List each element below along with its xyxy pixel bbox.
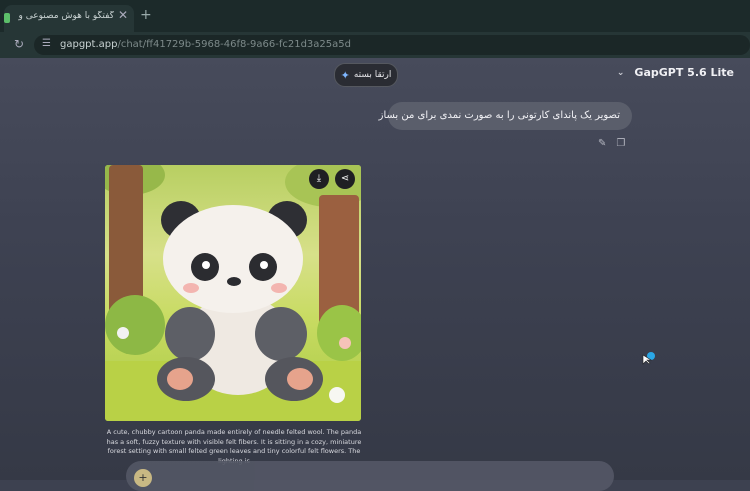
download-icon[interactable]: ⤓ — [309, 169, 329, 189]
upgrade-label: ارتقا بسته — [353, 70, 392, 80]
generated-image[interactable]: ⤓ ⋖ — [105, 165, 361, 421]
edit-icon[interactable]: ✎ — [598, 138, 606, 149]
url-field[interactable]: ☰ gapgpt.app/chat/ff41729b-5968-46f8-9a6… — [34, 35, 750, 55]
url-text: gapgpt.app/chat/ff41729b-5968-46f8-9a66-… — [60, 39, 351, 50]
favicon-icon — [4, 13, 10, 23]
address-bar-row: ↻ ☰ gapgpt.app/chat/ff41729b-5968-46f8-9… — [0, 32, 750, 58]
mouse-cursor-icon — [642, 352, 655, 365]
chevron-down-icon: ⌄ — [616, 67, 625, 78]
reload-icon[interactable]: ↻ — [14, 37, 24, 51]
upgrade-button[interactable]: ✦ ارتقا بسته — [334, 63, 398, 87]
copy-icon[interactable]: ❐ — [616, 138, 625, 149]
message-actions: ✎ ❐ — [598, 138, 625, 149]
chat-app: ✦ ارتقا بسته ⌄ GapGPT 5.6 Lite تصویر یک … — [0, 58, 750, 491]
browser-tab[interactable]: گفتگو با هوش مصنوعی و چت... ✕ — [4, 5, 134, 32]
sparkle-icon: ✦ — [340, 68, 350, 82]
user-message: تصویر یک پاندای کارتونی را به صورت نمدی … — [379, 102, 632, 130]
close-tab-icon[interactable]: ✕ — [118, 8, 128, 22]
model-selector[interactable]: ⌄ GapGPT 5.6 Lite — [617, 66, 734, 79]
browser-tabbar: گفتگو با هوش مصنوعی و چت... ✕ + — [0, 0, 750, 32]
new-tab-button[interactable]: + — [140, 7, 152, 23]
site-info-icon[interactable]: ☰ — [42, 38, 51, 49]
tab-title: گفتگو با هوش مصنوعی و چت... — [18, 11, 114, 21]
share-icon[interactable]: ⋖ — [335, 169, 355, 189]
attach-icon[interactable]: + — [134, 469, 152, 487]
message-composer[interactable]: + — [126, 461, 614, 491]
model-name: GapGPT 5.6 Lite — [634, 66, 734, 79]
